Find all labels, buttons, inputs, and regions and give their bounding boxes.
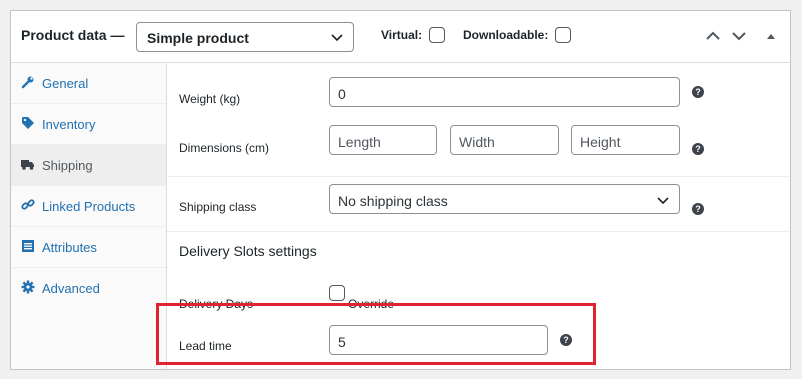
tab-shipping[interactable]: Shipping [11,145,166,186]
shipping-class-label: Shipping class [179,200,257,214]
dimensions-label: Dimensions (cm) [179,141,270,155]
tab-general-label: General [42,76,89,91]
product-type-select[interactable]: Simple product [136,22,354,52]
weight-value: 0 [338,86,346,102]
tag-icon [22,117,34,129]
tab-advanced-label: Advanced [42,281,100,296]
product-type-value: Simple product [147,30,249,46]
tab-inventory[interactable]: Inventory [11,104,166,145]
height-input[interactable]: Height [571,125,680,155]
virtual-checkbox[interactable] [429,27,445,43]
collapse-toggle-icon[interactable] [763,29,779,43]
lead-time-highlight [156,303,596,365]
help-icon[interactable]: ? [692,203,704,215]
width-placeholder: Width [459,134,495,150]
panel-title: Product data — [21,27,125,43]
tab-linked-products[interactable]: Linked Products [11,186,166,227]
move-down-icon[interactable] [731,29,747,43]
gear-icon [21,280,35,294]
weight-input[interactable]: 0 [329,77,680,107]
shipping-class-select[interactable]: No shipping class [329,184,680,214]
help-icon[interactable]: ? [692,143,704,155]
chevron-down-icon [657,197,669,205]
tab-shipping-label: Shipping [42,158,93,173]
move-up-icon[interactable] [705,29,721,43]
weight-label: Weight (kg) [179,92,241,106]
downloadable-checkbox[interactable] [555,27,571,43]
section-divider [167,231,790,232]
tab-attributes-label: Attributes [42,240,97,255]
panel-header: Product data — Simple product Virtual: D… [11,11,790,63]
truck-icon [21,160,34,170]
section-divider [167,176,790,177]
length-input[interactable]: Length [329,125,437,155]
tab-general[interactable]: General [11,63,166,104]
shipping-class-value: No shipping class [338,193,448,209]
tab-linked-products-label: Linked Products [42,199,136,214]
width-input[interactable]: Width [450,125,559,155]
delivery-section-title: Delivery Slots settings [179,243,317,259]
length-placeholder: Length [338,134,381,150]
tab-advanced[interactable]: Advanced [11,268,166,309]
height-placeholder: Height [580,134,621,150]
list-icon [22,240,34,252]
virtual-label: Virtual: [381,28,423,42]
help-icon[interactable]: ? [692,86,704,98]
wrench-icon [21,76,34,89]
product-data-tabs: General Inventory Shipping Linked Produc… [11,63,167,369]
chevron-down-icon [331,34,343,42]
tab-inventory-label: Inventory [42,117,96,132]
link-icon [21,199,35,210]
tab-attributes[interactable]: Attributes [11,227,166,268]
override-checkbox[interactable] [329,285,345,301]
downloadable-label: Downloadable: [463,28,549,42]
